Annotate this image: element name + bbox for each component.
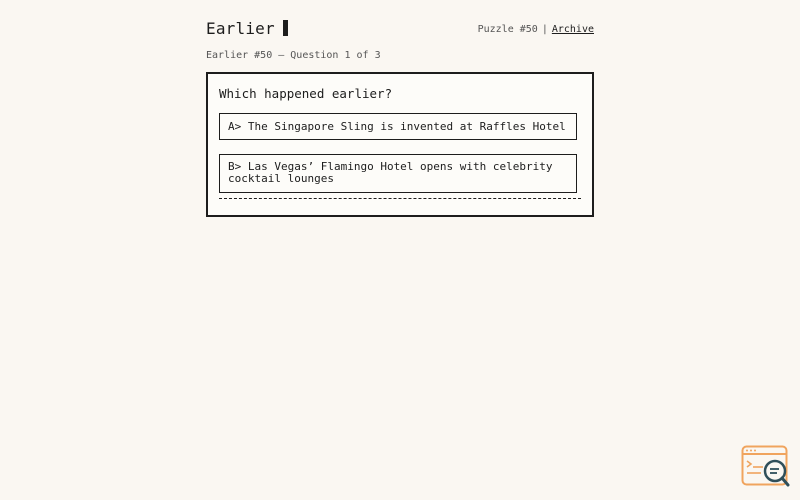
app-title: Earlier: [206, 18, 288, 40]
option-a-button[interactable]: A> The Singapore Sling is invented at Ra…: [219, 113, 577, 140]
question-card: Which happened earlier? A> The Singapore…: [206, 72, 594, 217]
puzzle-number: Puzzle #50: [477, 24, 538, 35]
app-title-text: Earlier: [206, 19, 275, 38]
page: Earlier Puzzle #50 | Archive Earlier #50 —…: [0, 0, 800, 500]
header-nav: Puzzle #50 | Archive: [478, 23, 594, 37]
header: Earlier Puzzle #50 | Archive: [206, 18, 594, 40]
nav-separator: |: [541, 24, 548, 35]
dashed-divider: [219, 198, 581, 199]
question-prompt: Which happened earlier?: [219, 86, 393, 101]
option-b-button[interactable]: B> Las Vegas’ Flamingo Hotel opens with …: [219, 154, 577, 193]
search-log-icon: [741, 445, 790, 487]
search-log-widget-button[interactable]: [741, 445, 791, 489]
question-progress: Earlier #50 — Question 1 of 3: [206, 50, 381, 61]
cursor-block-icon: [282, 20, 288, 36]
archive-link[interactable]: Archive: [552, 24, 594, 35]
